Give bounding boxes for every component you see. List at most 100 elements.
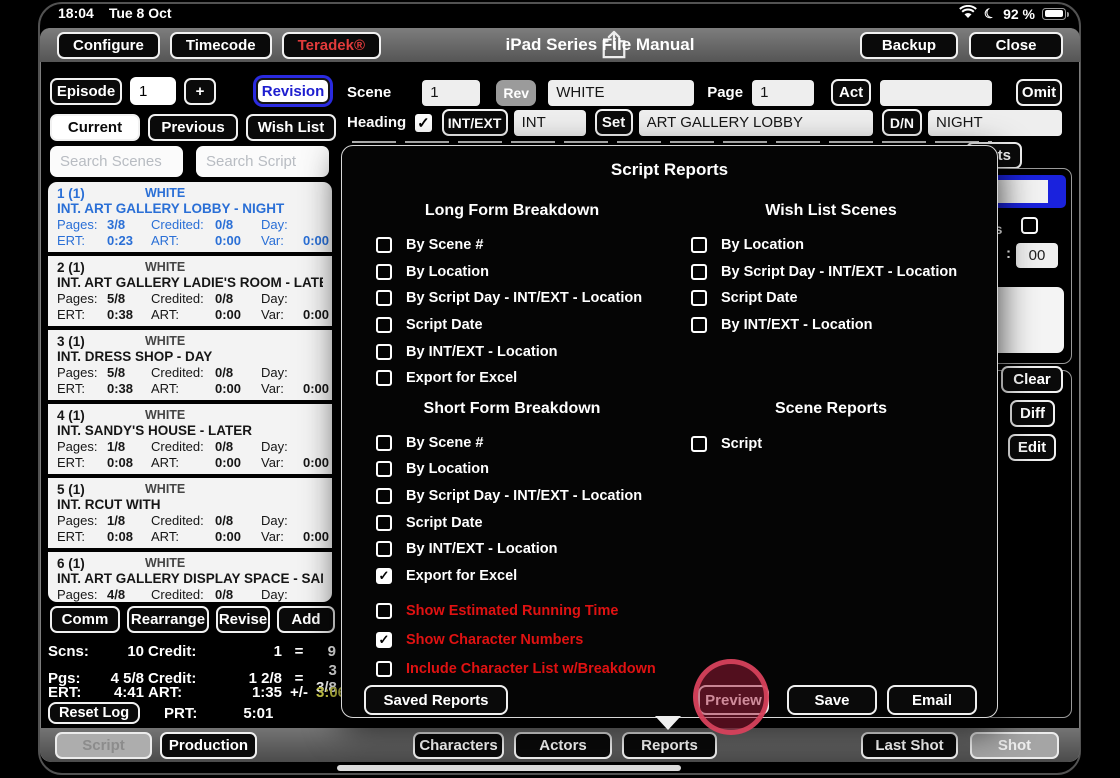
diff-button[interactable]: Diff bbox=[1010, 400, 1055, 427]
checkbox-icon[interactable] bbox=[376, 461, 392, 477]
scene-list-item[interactable]: 2 (1)WHITEINT. ART GALLERY LADIE'S ROOM … bbox=[48, 252, 332, 326]
report-option[interactable]: By Script Day - INT/EXT - Location bbox=[362, 285, 692, 312]
report-option[interactable]: By Scene # bbox=[362, 430, 692, 457]
int-ext-button[interactable]: INT/EXT bbox=[442, 109, 508, 136]
checkbox-icon[interactable] bbox=[691, 436, 707, 452]
last-shot-button[interactable]: Last Shot bbox=[861, 732, 958, 759]
checkbox-icon[interactable] bbox=[691, 290, 707, 306]
tab-characters[interactable]: Characters bbox=[413, 732, 504, 759]
checkbox-icon[interactable] bbox=[376, 370, 392, 386]
report-option[interactable]: Show Estimated Running Time bbox=[362, 597, 692, 626]
heading-checkbox[interactable] bbox=[415, 114, 431, 132]
report-option[interactable]: Include Character List w/Breakdown bbox=[362, 654, 692, 683]
tab-reports[interactable]: Reports bbox=[622, 732, 717, 759]
tab-wish-list[interactable]: Wish List bbox=[246, 114, 336, 141]
scene-list-item[interactable]: 5 (1)WHITEINT. RCUT WITHPages:1/8Credite… bbox=[48, 474, 332, 548]
report-option-label: Script Date bbox=[406, 317, 483, 333]
checkbox-icon[interactable] bbox=[376, 541, 392, 557]
report-option[interactable]: By Location bbox=[691, 232, 991, 259]
report-option[interactable]: By Location bbox=[362, 259, 692, 286]
act-button[interactable]: Act bbox=[831, 79, 871, 106]
comm-button[interactable]: Comm bbox=[50, 606, 120, 633]
email-button[interactable]: Email bbox=[887, 685, 977, 715]
revision-color-field[interactable] bbox=[548, 80, 694, 106]
checkbox-icon[interactable] bbox=[376, 568, 392, 584]
edit-button[interactable]: Edit bbox=[1008, 434, 1056, 461]
report-option[interactable]: By Location bbox=[362, 456, 692, 483]
minutes-field[interactable]: 00 bbox=[1016, 243, 1058, 268]
tab-current[interactable]: Current bbox=[50, 114, 140, 141]
clear-button[interactable]: Clear bbox=[1001, 366, 1063, 393]
scene-list-item[interactable]: 4 (1)WHITEINT. SANDY'S HOUSE - LATERPage… bbox=[48, 400, 332, 474]
totals-label: ERT: bbox=[48, 684, 100, 701]
checkbox-icon[interactable] bbox=[376, 632, 392, 648]
checkbox-icon[interactable] bbox=[691, 237, 707, 253]
checkbox-icon[interactable] bbox=[376, 237, 392, 253]
scene-list-item[interactable]: 1 (1)WHITEINT. ART GALLERY LOBBY - NIGHT… bbox=[48, 182, 332, 252]
report-option[interactable]: By INT/EXT - Location bbox=[362, 536, 692, 563]
shot-button[interactable]: Shot bbox=[970, 732, 1059, 759]
close-button[interactable]: Close bbox=[969, 32, 1063, 59]
checkbox-icon[interactable] bbox=[376, 264, 392, 280]
configure-button[interactable]: Configure bbox=[57, 32, 160, 59]
saved-reports-button[interactable]: Saved Reports bbox=[364, 685, 508, 715]
checkbox-icon[interactable] bbox=[691, 317, 707, 333]
checkbox-icon[interactable] bbox=[376, 290, 392, 306]
report-option[interactable]: Export for Excel bbox=[362, 365, 692, 392]
report-option[interactable]: Script bbox=[691, 430, 991, 457]
act-field[interactable] bbox=[880, 80, 992, 106]
rev-button[interactable]: Rev bbox=[496, 80, 536, 106]
report-option[interactable]: By INT/EXT - Location bbox=[362, 338, 692, 365]
int-ext-field[interactable] bbox=[514, 110, 586, 136]
revise-button[interactable]: Revise bbox=[216, 606, 270, 633]
report-option[interactable]: Script Date bbox=[362, 509, 692, 536]
checkbox-icon[interactable] bbox=[376, 515, 392, 531]
omit-button[interactable]: Omit bbox=[1016, 79, 1062, 106]
scene-number-field[interactable] bbox=[422, 80, 480, 106]
checkbox-icon[interactable] bbox=[376, 344, 392, 360]
report-option[interactable]: By INT/EXT - Location bbox=[691, 312, 991, 339]
checkbox-icon[interactable] bbox=[376, 317, 392, 333]
rearrange-button[interactable]: Rearrange bbox=[127, 606, 209, 633]
search-script-input[interactable] bbox=[196, 146, 329, 177]
scene-list-item[interactable]: 3 (1)WHITEINT. DRESS SHOP - DAYPages:5/8… bbox=[48, 326, 332, 400]
search-scenes-input[interactable] bbox=[50, 146, 183, 177]
selected-entry-field[interactable] bbox=[986, 175, 1066, 208]
report-option[interactable]: Script Date bbox=[362, 312, 692, 339]
tab-production[interactable]: Production bbox=[160, 732, 257, 759]
reset-log-button[interactable]: Reset Log bbox=[48, 702, 140, 724]
report-option[interactable]: By Script Day - INT/EXT - Location bbox=[691, 259, 991, 286]
checkbox-icon[interactable] bbox=[376, 435, 392, 451]
episode-button[interactable]: Episode bbox=[50, 78, 122, 105]
rail-checkbox[interactable] bbox=[1021, 217, 1038, 234]
tab-previous[interactable]: Previous bbox=[148, 114, 238, 141]
backup-button[interactable]: Backup bbox=[860, 32, 958, 59]
report-option[interactable]: Show Character Numbers bbox=[362, 626, 692, 655]
checkbox-icon[interactable] bbox=[376, 661, 392, 677]
add-scene-button[interactable]: Add bbox=[277, 606, 335, 633]
scene-list-item[interactable]: 6 (1)WHITEINT. ART GALLERY DISPLAY SPACE… bbox=[48, 548, 332, 602]
preview-button[interactable]: Preview bbox=[698, 685, 769, 715]
scene-list[interactable]: 1 (1)WHITEINT. ART GALLERY LOBBY - NIGHT… bbox=[48, 182, 332, 602]
notes-box[interactable] bbox=[990, 287, 1064, 353]
day-night-button[interactable]: D/N bbox=[882, 109, 922, 136]
episode-number-field[interactable] bbox=[130, 77, 176, 105]
tab-actors[interactable]: Actors bbox=[514, 732, 612, 759]
add-episode-button[interactable]: + bbox=[184, 78, 216, 105]
report-option[interactable]: By Script Day - INT/EXT - Location bbox=[362, 483, 692, 510]
set-field[interactable] bbox=[639, 110, 873, 136]
home-indicator[interactable] bbox=[337, 765, 681, 771]
report-option[interactable]: Export for Excel bbox=[362, 563, 692, 590]
revision-button[interactable]: Revision bbox=[256, 78, 330, 104]
checkbox-icon[interactable] bbox=[376, 488, 392, 504]
day-night-field[interactable] bbox=[928, 110, 1062, 136]
timecode-button[interactable]: Timecode bbox=[170, 32, 272, 59]
checkbox-icon[interactable] bbox=[376, 603, 392, 619]
checkbox-icon[interactable] bbox=[691, 264, 707, 280]
tab-script[interactable]: Script bbox=[55, 732, 152, 759]
report-option[interactable]: By Scene # bbox=[362, 232, 692, 259]
save-button[interactable]: Save bbox=[787, 685, 877, 715]
page-number-field[interactable] bbox=[752, 80, 814, 106]
set-button[interactable]: Set bbox=[595, 109, 633, 136]
report-option[interactable]: Script Date bbox=[691, 285, 991, 312]
